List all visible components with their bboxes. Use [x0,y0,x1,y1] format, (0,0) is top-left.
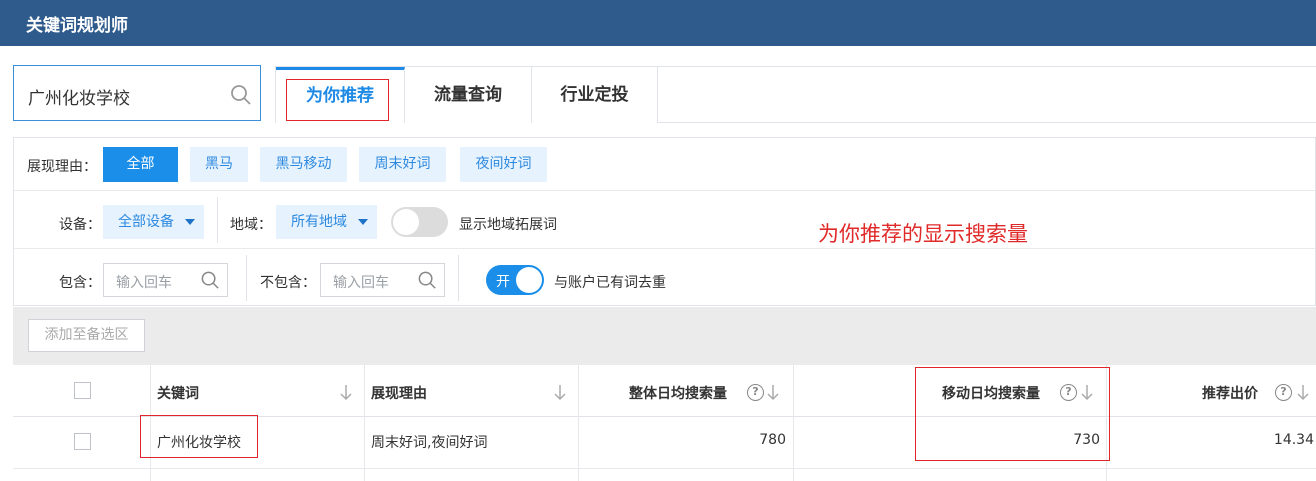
reason-chip-darkhorse-mobile[interactable]: 黑马移动 [260,147,347,182]
cell-reason: 周末好词,夜间好词 [371,435,488,451]
tab-traffic[interactable]: 流量查询 [405,67,532,123]
reason-label: 展现理由： [27,159,97,175]
dedupe-toggle-text: 开 [496,274,510,290]
device-value: 全部设备 [118,214,174,230]
search-value: 广州化妆学校 [28,89,130,109]
region-value: 所有地域 [291,214,347,230]
include-input[interactable]: 输入回车 [103,263,228,297]
divider [14,248,1315,249]
search-icon[interactable] [200,270,221,291]
highlight-box-tab [286,79,389,121]
reason-chip-all[interactable]: 全部 [103,147,178,182]
col-total-search[interactable]: 整体日均搜索量 [629,383,727,403]
column-divider [793,365,794,481]
highlight-box-mobile-search [915,367,1110,461]
reason-chip-darkhorse[interactable]: 黑马 [190,147,248,182]
exclude-placeholder: 输入回车 [333,275,389,291]
table-header: 关键词 展现理由 整体日均搜索量 ? 移动日均搜索量 ? 推荐出价 ? [13,365,1316,417]
col-reason[interactable]: 展现理由 [371,383,427,403]
device-label: 设备： [59,217,101,233]
app-title: 关键词规划师 [26,16,128,36]
search-icon[interactable] [230,84,252,106]
row-checkbox[interactable] [74,433,91,450]
cell-bid: 14.34 [1273,432,1314,448]
app-header: 关键词规划师 [0,0,1316,46]
column-divider [578,365,579,481]
tab-industry[interactable]: 行业定投 [532,67,658,123]
exclude-input[interactable]: 输入回车 [320,263,445,297]
keyword-search-input[interactable]: 广州化妆学校 [13,65,261,121]
device-select[interactable]: 全部设备 [103,205,204,239]
include-label: 包含： [59,275,101,291]
sort-arrow-icon[interactable] [339,383,353,401]
reason-chip-weekend[interactable]: 周末好词 [359,147,446,182]
region-expand-label: 显示地域拓展词 [459,217,557,233]
row-divider [13,468,1316,469]
include-placeholder: 输入回车 [116,275,172,291]
exclude-label: 不包含： [260,275,316,291]
cell-total-search: 780 [759,432,786,448]
tab-label: 流量查询 [434,85,502,105]
reason-chip-night[interactable]: 夜间好词 [460,147,547,182]
search-icon[interactable] [417,270,438,291]
tab-bar: 为你推荐 流量查询 行业定投 [275,66,1316,123]
toggle-knob [393,209,419,235]
select-all-checkbox[interactable] [74,382,91,399]
caret-down-icon [358,219,368,225]
sort-arrow-icon[interactable] [553,383,567,401]
dedupe-toggle[interactable]: 开 [486,265,544,295]
tab-label: 行业定投 [560,85,629,105]
divider [217,197,218,243]
region-label: 地域： [230,217,272,233]
tab-underline [658,122,1316,123]
dedupe-label: 与账户已有词去重 [554,275,666,291]
caret-down-icon [185,219,195,225]
sort-arrow-icon[interactable] [1296,383,1310,401]
help-icon[interactable]: ? [1275,384,1292,401]
region-select[interactable]: 所有地域 [276,205,377,239]
add-to-candidates-button[interactable]: 添加至备选区 [28,319,145,352]
annotation-text: 为你推荐的显示搜索量 [818,222,1028,246]
toggle-knob [516,267,542,293]
filter-panel: 展现理由： 全部 黑马 黑马移动 周末好词 夜间好词 设备： 全部设备 地域： … [13,137,1316,306]
column-divider [364,365,365,481]
divider [14,190,1315,191]
region-expand-toggle[interactable] [391,207,448,237]
sort-arrow-icon[interactable] [766,383,780,401]
divider [246,255,247,301]
help-icon[interactable]: ? [747,384,764,401]
col-bid[interactable]: 推荐出价 [1202,383,1258,403]
highlight-box-keyword [140,415,258,458]
divider [458,255,459,301]
col-keyword[interactable]: 关键词 [157,383,199,403]
action-toolbar: 添加至备选区 [13,307,1316,365]
